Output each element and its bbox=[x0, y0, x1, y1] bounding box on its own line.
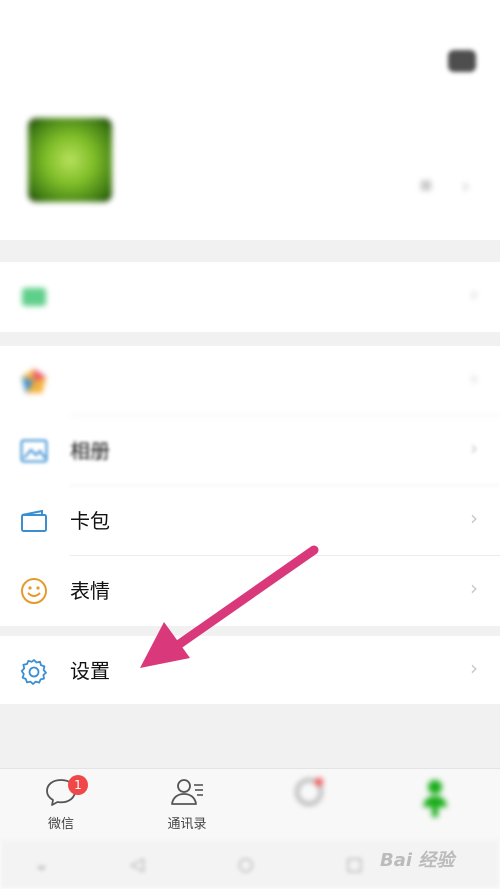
menu-item-card-pack[interactable]: 卡包 › bbox=[0, 486, 500, 556]
baidu-watermark: Bai 经验 bbox=[380, 850, 455, 871]
section-gap bbox=[0, 240, 500, 262]
chevron-right-icon: › bbox=[470, 656, 478, 680]
chevron-right-icon: › bbox=[470, 506, 478, 530]
menu-item-favorites[interactable]: › bbox=[0, 346, 500, 416]
section-gap bbox=[0, 332, 500, 346]
tab-label: 微信 bbox=[47, 817, 74, 832]
chevron-right-icon: › bbox=[470, 366, 478, 390]
tab-contacts[interactable]: 通讯录 bbox=[142, 777, 232, 832]
pay-icon bbox=[20, 283, 48, 311]
menu-item-label: 设置 bbox=[70, 659, 110, 683]
card-pack-icon bbox=[20, 507, 48, 535]
qr-code-icon[interactable]: ⊞ bbox=[420, 178, 432, 194]
menu-item-label: 表情 bbox=[70, 579, 110, 603]
menu-item-settings[interactable]: 设置 › bbox=[0, 636, 500, 706]
chevron-down-icon[interactable]: ⌄ bbox=[34, 854, 49, 875]
tab-me[interactable] bbox=[390, 777, 480, 825]
compass-icon bbox=[296, 778, 323, 805]
gear-icon bbox=[20, 657, 48, 685]
avatar[interactable] bbox=[28, 118, 112, 202]
home-icon[interactable]: ○ bbox=[238, 854, 254, 875]
profile-header[interactable]: ⊞ › bbox=[0, 90, 500, 240]
chevron-right-icon: › bbox=[470, 282, 478, 306]
tab-chats[interactable]: 1 微信 bbox=[16, 775, 106, 832]
status-bar bbox=[0, 0, 500, 34]
tab-label: 通讯录 bbox=[167, 817, 207, 832]
empty-area bbox=[0, 704, 500, 768]
favorites-icon bbox=[20, 367, 48, 395]
bottom-tab-bar: 1 微信 通讯录 bbox=[0, 768, 500, 841]
menu-item-label: 相册 bbox=[70, 439, 110, 463]
menu-item-album[interactable]: 相册 › bbox=[0, 416, 500, 486]
chevron-right-icon: › bbox=[470, 576, 478, 600]
camera-icon[interactable] bbox=[448, 50, 476, 72]
recents-icon[interactable]: □ bbox=[346, 854, 363, 875]
section-gap bbox=[0, 626, 500, 636]
unread-badge: 1 bbox=[68, 775, 88, 795]
contacts-icon bbox=[171, 779, 203, 805]
chevron-right-icon: › bbox=[470, 436, 478, 460]
menu-item-label: 卡包 bbox=[70, 509, 110, 533]
menu-item-pay[interactable]: › bbox=[0, 262, 500, 332]
tab-discover[interactable] bbox=[264, 777, 354, 811]
menu-item-stickers[interactable]: 表情 › bbox=[0, 556, 500, 626]
back-icon[interactable]: ◁ bbox=[130, 854, 144, 875]
person-icon bbox=[423, 780, 447, 817]
album-icon bbox=[20, 437, 48, 465]
chevron-right-icon: › bbox=[462, 176, 470, 197]
smiley-icon bbox=[20, 577, 48, 605]
